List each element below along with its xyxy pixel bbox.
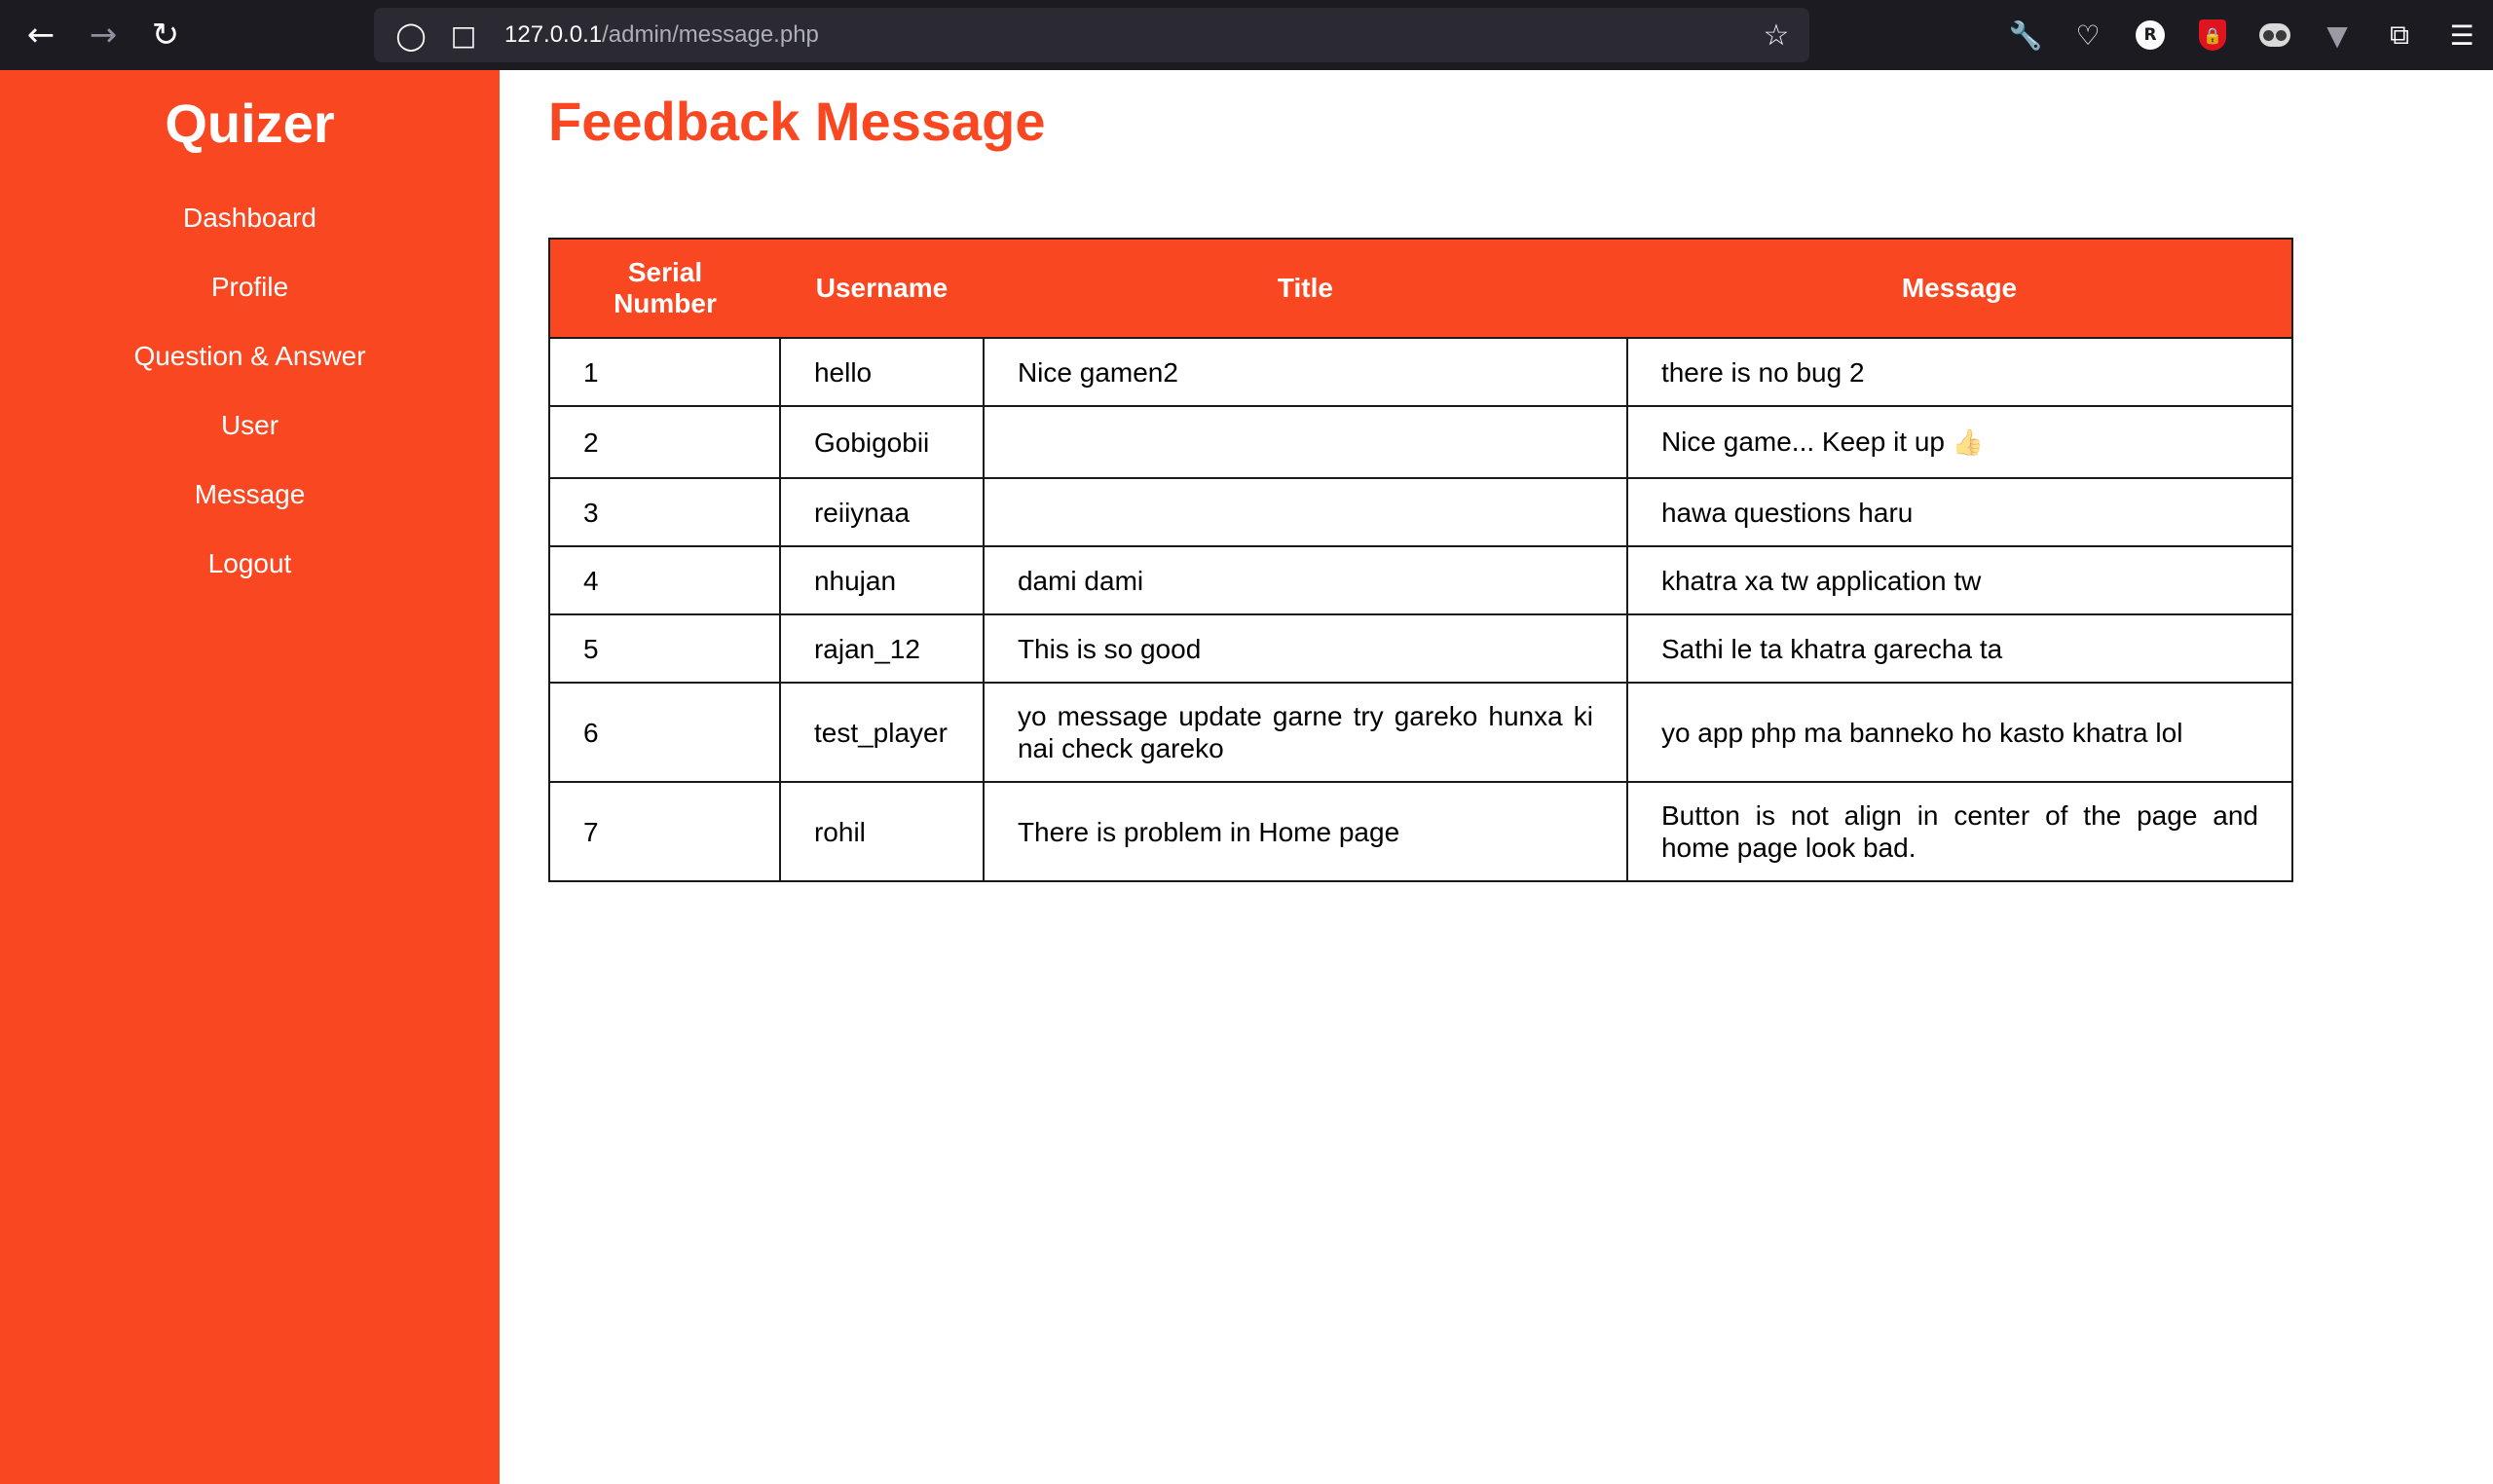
cell-serial: 6 [548, 682, 781, 783]
table-header-row: Serial Number Username Title Message [548, 238, 2294, 339]
header-title: Title [983, 238, 1627, 339]
cell-username: test_player [778, 682, 985, 783]
cell-serial: 7 [548, 781, 781, 882]
cell-message: yo app php ma banneko ho kasto khatra lo… [1625, 682, 2294, 783]
sidebar-item-dashboard[interactable]: Dashboard [0, 199, 500, 268]
brand-logo[interactable]: Quizer [0, 92, 500, 155]
feedback-table: Serial Number Username Title Message 1 h… [548, 238, 2294, 882]
sunglasses-icon[interactable] [2244, 0, 2306, 70]
bookmark-star-icon[interactable]: ☆ [1757, 16, 1796, 55]
cell-title: There is problem in Home page [982, 781, 1628, 882]
cell-username: nhujan [778, 545, 985, 615]
cell-username: rohil [778, 781, 985, 882]
extensions-puzzle-icon[interactable]: ⧉ [2368, 0, 2431, 70]
sidebar-item-message[interactable]: Message [0, 475, 500, 544]
toolbar-extensions: 🔧 ♡ R 🔒 ▼ ⧉ ☰ [1994, 0, 2493, 70]
pocket-icon[interactable]: ♡ [2057, 0, 2119, 70]
hamburger-menu-icon[interactable]: ☰ [2431, 0, 2493, 70]
cell-message: Button is not align in center of the pag… [1625, 781, 2294, 882]
table-row: 7 rohil There is problem in Home page Bu… [548, 781, 2294, 882]
cell-username: hello [778, 337, 985, 407]
wrench-icon[interactable]: 🔧 [1994, 0, 2057, 70]
sidebar: Quizer Dashboard Profile Question & Answ… [0, 70, 500, 1484]
table-row: 1 hello Nice gamen2 there is no bug 2 [548, 337, 2294, 407]
cell-serial: 4 [548, 545, 781, 615]
cell-username: rajan_12 [778, 613, 985, 684]
cell-title: dami dami [982, 545, 1628, 615]
cell-message: khatra xa tw application tw [1625, 545, 2294, 615]
reload-icon[interactable]: ↻ [134, 0, 197, 70]
cell-title: yo message update garne try gareko hunxa… [982, 682, 1628, 783]
cell-message: hawa questions haru [1625, 477, 2294, 547]
table-row: 3 reiiynaa hawa questions haru [548, 477, 2294, 547]
browser-toolbar: ← → ↻ ◯ □ 127.0.0.1/admin/message.php ☆ … [0, 0, 2493, 70]
back-icon[interactable]: ← [10, 0, 72, 70]
sidebar-item-logout[interactable]: Logout [0, 544, 500, 613]
table-row: 5 rajan_12 This is so good Sathi le ta k… [548, 613, 2294, 684]
table-row: 2 Gobigobii Nice game... Keep it up 👍 [548, 405, 2294, 479]
cell-serial: 2 [548, 405, 781, 479]
page-title: Feedback Message [548, 91, 1046, 152]
cell-message: Nice game... Keep it up 👍 [1625, 405, 2294, 479]
cell-serial: 3 [548, 477, 781, 547]
shield-icon[interactable]: ◯ [391, 16, 430, 55]
header-message: Message [1626, 238, 2294, 339]
url-host: 127.0.0.1 [504, 21, 603, 48]
cell-message: Sathi le ta khatra garecha ta [1625, 613, 2294, 684]
message-text: Nice game... Keep it up [1660, 427, 1945, 457]
sidebar-item-profile[interactable]: Profile [0, 268, 500, 337]
page-icon[interactable]: □ [444, 16, 483, 55]
cell-title: Nice gamen2 [982, 337, 1628, 407]
cell-title [982, 405, 1628, 479]
url-path: /admin/message.php [602, 21, 819, 48]
table-row: 4 nhujan dami dami khatra xa tw applicat… [548, 545, 2294, 615]
cell-username: reiiynaa [778, 477, 985, 547]
header-serial-number: Serial Number [548, 238, 780, 339]
header-username: Username [779, 238, 984, 339]
cell-serial: 5 [548, 613, 781, 684]
url-text[interactable]: 127.0.0.1/admin/message.php [504, 21, 819, 49]
cell-message: there is no bug 2 [1625, 337, 2294, 407]
forward-icon[interactable]: → [72, 0, 134, 70]
thumbs-up-icon: 👍 [1952, 427, 1985, 457]
lock-shield-icon[interactable]: 🔒 [2181, 0, 2244, 70]
cell-serial: 1 [548, 337, 781, 407]
vue-devtools-icon[interactable]: ▼ [2306, 0, 2368, 70]
main-content: Feedback Message Serial Number Username … [500, 70, 2493, 1484]
sidebar-item-user[interactable]: User [0, 406, 500, 475]
sidebar-item-question-answer[interactable]: Question & Answer [0, 337, 500, 406]
address-bar[interactable]: ◯ □ 127.0.0.1/admin/message.php ☆ [374, 8, 1809, 62]
cell-title [982, 477, 1628, 547]
cell-username: Gobigobii [778, 405, 985, 479]
table-row: 6 test_player yo message update garne tr… [548, 682, 2294, 783]
sidebar-menu: Dashboard Profile Question & Answer User… [0, 199, 500, 613]
extension-r-icon[interactable]: R [2119, 0, 2181, 70]
cell-title: This is so good [982, 613, 1628, 684]
